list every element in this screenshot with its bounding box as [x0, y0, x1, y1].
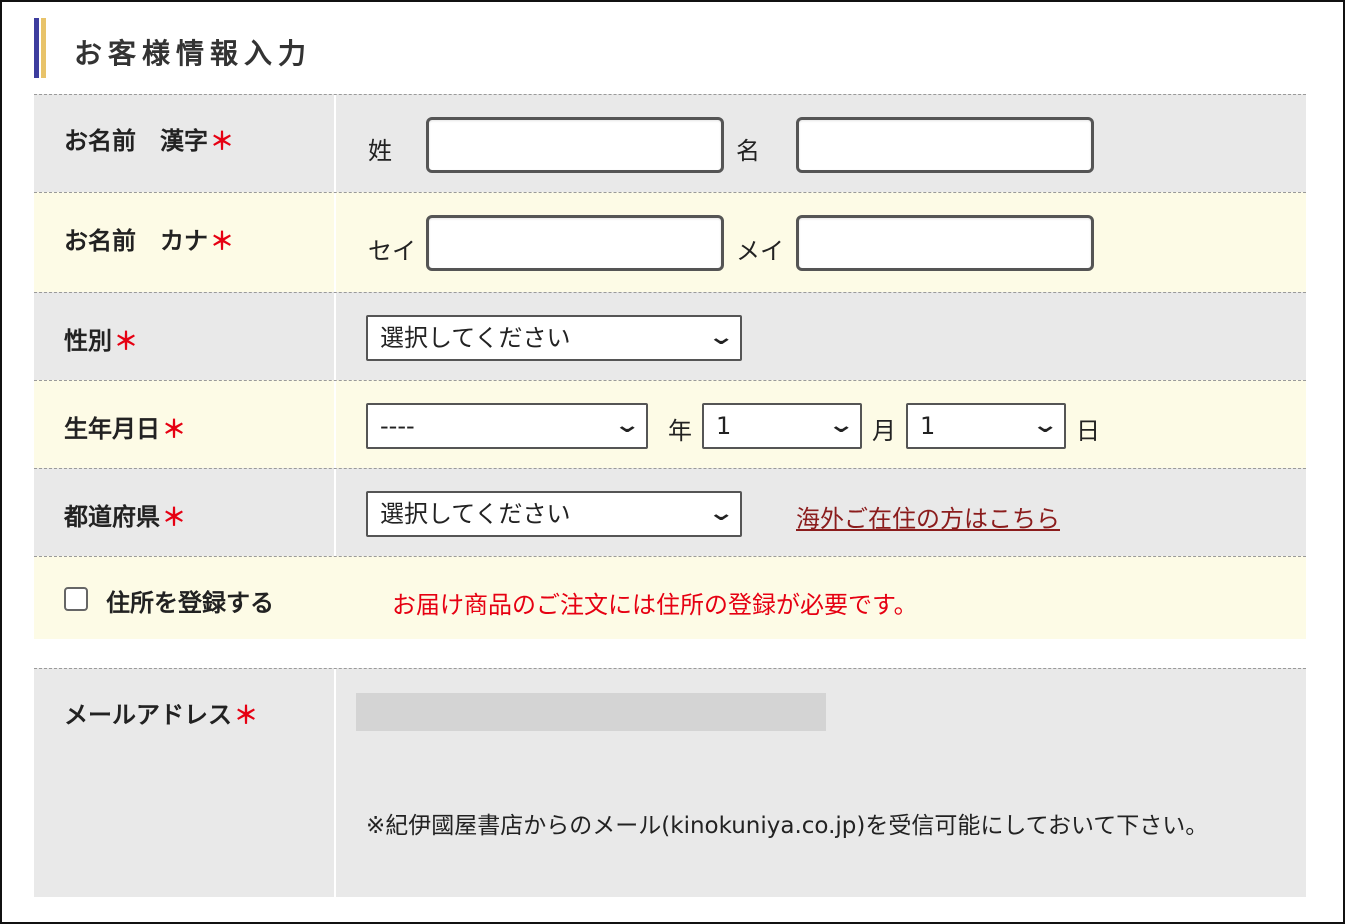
chevron-down-icon: ⌄ — [826, 413, 855, 438]
row-birthday: 生年月日＊ ---- ⌄ 年 1 ⌄ 月 1 ⌄ 日 — [34, 380, 1306, 469]
required-mark: ＊ — [114, 327, 138, 355]
birth-day-value: 1 — [920, 412, 936, 440]
name-kanji-label: お名前 漢字＊ — [64, 121, 234, 156]
birth-month-value: 1 — [716, 412, 732, 440]
gender-label-text: 性別 — [64, 327, 112, 355]
row-gender: 性別＊ 選択してください ⌄ — [34, 292, 1306, 381]
chevron-down-icon: ⌄ — [1030, 413, 1059, 438]
required-mark: ＊ — [234, 701, 258, 729]
email-receive-note: ※紀伊國屋書店からのメール(kinokuniya.co.jp)を受信可能にしてお… — [366, 813, 1209, 839]
gender-select-value: 選択してください — [380, 324, 571, 352]
required-mark: ＊ — [210, 127, 234, 155]
column-divider — [334, 469, 336, 557]
prefecture-label: 都道府県＊ — [64, 497, 186, 532]
email-label-text: メールアドレス — [64, 701, 232, 729]
section-accent-bar — [34, 18, 46, 78]
required-mark: ＊ — [162, 503, 186, 531]
column-divider — [334, 95, 336, 193]
first-name-kana-label: メイ — [736, 237, 784, 265]
first-name-kana-input[interactable] — [796, 215, 1094, 271]
name-kana-label-text: お名前 カナ — [64, 227, 208, 255]
row-email: メールアドレス＊ ※紀伊國屋書店からのメール(kinokuniya.co.jp)… — [34, 668, 1306, 897]
day-suffix: 日 — [1076, 417, 1100, 445]
address-required-notice: お届け商品のご注文には住所の登録が必要です。 — [392, 591, 918, 619]
name-kanji-label-text: お名前 漢字 — [64, 127, 208, 155]
column-divider — [334, 381, 336, 469]
email-value-redacted — [356, 693, 826, 731]
register-address-label[interactable]: 住所を登録する — [106, 583, 274, 618]
birth-year-value: ---- — [380, 412, 415, 440]
first-name-kanji-input[interactable] — [796, 117, 1094, 173]
row-address-register: 住所を登録する お届け商品のご注文には住所の登録が必要です。 — [34, 556, 1306, 639]
page-frame: お客様情報入力 お名前 漢字＊ 姓 名 お名前 カナ＊ セイ メイ 性別＊ 選択… — [0, 0, 1345, 924]
birth-day-select[interactable]: 1 ⌄ — [906, 403, 1066, 449]
year-suffix: 年 — [668, 417, 692, 445]
first-name-label: 名 — [736, 137, 760, 165]
chevron-down-icon: ⌄ — [706, 325, 735, 350]
overseas-residence-link[interactable]: 海外ご在住の方はこちら — [796, 499, 1060, 534]
prefecture-select[interactable]: 選択してください ⌄ — [366, 491, 742, 537]
birthday-label: 生年月日＊ — [64, 409, 186, 444]
prefecture-select-value: 選択してください — [380, 500, 571, 528]
gender-select[interactable]: 選択してください ⌄ — [366, 315, 742, 361]
last-name-kana-label: セイ — [368, 237, 416, 265]
row-prefecture: 都道府県＊ 選択してください ⌄ 海外ご在住の方はこちら — [34, 468, 1306, 557]
section-title: お客様情報入力 — [74, 37, 313, 70]
chevron-down-icon: ⌄ — [706, 501, 735, 526]
column-divider — [334, 669, 336, 897]
column-divider — [334, 193, 336, 293]
row-name-kanji: お名前 漢字＊ 姓 名 — [34, 94, 1306, 193]
last-name-label: 姓 — [368, 137, 392, 165]
birthday-label-text: 生年月日 — [64, 415, 160, 443]
prefecture-label-text: 都道府県 — [64, 503, 160, 531]
birth-year-select[interactable]: ---- ⌄ — [366, 403, 648, 449]
birth-month-select[interactable]: 1 ⌄ — [702, 403, 862, 449]
register-address-checkbox[interactable] — [64, 587, 88, 611]
gender-label: 性別＊ — [64, 321, 138, 356]
name-kana-label: お名前 カナ＊ — [64, 221, 234, 256]
required-mark: ＊ — [210, 227, 234, 255]
month-suffix: 月 — [872, 417, 896, 445]
column-divider — [334, 293, 336, 381]
last-name-kanji-input[interactable] — [426, 117, 724, 173]
last-name-kana-input[interactable] — [426, 215, 724, 271]
email-label: メールアドレス＊ — [64, 695, 258, 730]
required-mark: ＊ — [162, 415, 186, 443]
chevron-down-icon: ⌄ — [612, 413, 641, 438]
row-name-kana: お名前 カナ＊ セイ メイ — [34, 192, 1306, 293]
